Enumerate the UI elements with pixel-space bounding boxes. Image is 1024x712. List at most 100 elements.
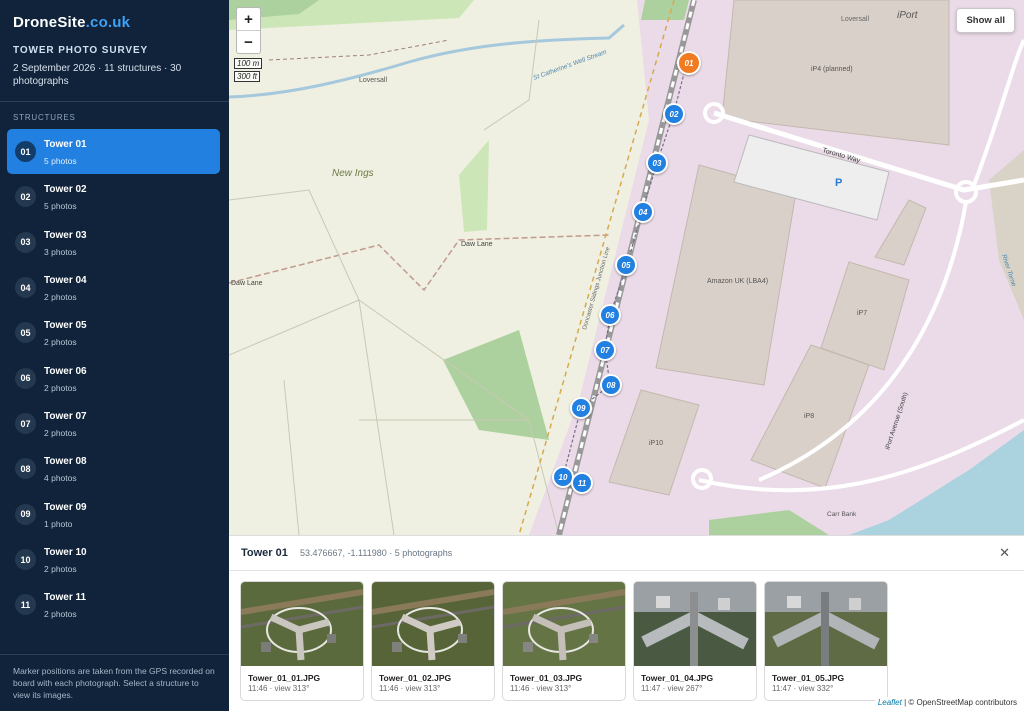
tower-marker[interactable]: 07 <box>594 339 616 361</box>
structure-photo-count: 2 photos <box>44 428 77 439</box>
photo-filename: Tower_01_05.JPG <box>772 673 845 683</box>
photo-filename: Tower_01_01.JPG <box>248 673 321 683</box>
tower-marker[interactable]: 09 <box>570 397 592 419</box>
close-icon[interactable]: ✕ <box>999 545 1010 561</box>
structure-number-badge: 07 <box>15 413 36 435</box>
structure-name: Tower 06 <box>44 365 87 377</box>
show-all-button[interactable]: Show all <box>956 8 1015 33</box>
structure-number-badge: 01 <box>15 141 36 162</box>
label-daw-lane-west: Daw Lane <box>231 280 263 287</box>
structure-item[interactable]: 10 Tower 10 2 photos <box>7 537 220 582</box>
structure-photo-count: 3 photos <box>44 246 77 257</box>
brand-domain: .co.uk <box>85 14 131 31</box>
structure-photo-count: 2 photos <box>44 609 77 620</box>
label-loversall-west: Loversall <box>359 77 387 84</box>
footnote: Marker positions are taken from the GPS … <box>13 666 215 700</box>
structure-photo-count: 2 photos <box>44 292 77 303</box>
scale-metric: 100 m <box>234 58 263 69</box>
tower-marker[interactable]: 08 <box>600 374 622 396</box>
tower-marker[interactable]: 11 <box>571 472 593 494</box>
zoom-in-button[interactable]: + <box>237 8 260 31</box>
photo-thumbnail[interactable]: Tower_01_01.JPG 11:46 · view 313° <box>240 581 364 701</box>
structure-photo-count: 2 photos <box>44 564 77 575</box>
tower-photo-image <box>503 582 625 666</box>
label-ip7: iP7 <box>857 310 867 317</box>
tower-photo-image <box>765 582 887 666</box>
photo-info: 11:46 · view 313° <box>248 684 310 693</box>
structure-number-badge: 04 <box>15 277 36 299</box>
structure-item[interactable]: 07 Tower 07 2 photos <box>7 401 220 446</box>
photo-info: 11:47 · view 332° <box>772 684 834 693</box>
parking-icon: P <box>835 177 842 189</box>
tower-marker[interactable]: 05 <box>615 254 637 276</box>
structure-name: Tower 03 <box>44 229 87 241</box>
structure-item[interactable]: 06 Tower 06 2 photos <box>7 356 220 401</box>
attribution-leaflet-link[interactable]: Leaflet <box>878 698 902 707</box>
tower-marker[interactable]: 06 <box>599 304 621 326</box>
structure-photo-count: 2 photos <box>44 337 77 348</box>
sidebar: DroneSite.co.uk TOWER PHOTO SURVEY 2 Sep… <box>0 0 229 711</box>
structure-photo-count: 2 photos <box>44 382 77 393</box>
tower-marker[interactable]: 01 <box>677 51 701 75</box>
sidebar-divider <box>0 101 229 102</box>
photo-thumbnail[interactable]: Tower_01_02.JPG 11:46 · view 313° <box>371 581 495 701</box>
structure-number-badge: 08 <box>15 458 36 480</box>
photo-thumbnail[interactable]: Tower_01_04.JPG 11:47 · view 267° <box>633 581 757 701</box>
attribution-osm: © OpenStreetMap contributors <box>908 698 1017 707</box>
tower-marker[interactable]: 03 <box>646 152 668 174</box>
panel-title: Tower 01 <box>241 547 288 559</box>
structure-number-badge: 09 <box>15 503 36 525</box>
brand-logo[interactable]: DroneSite.co.uk <box>13 14 130 31</box>
tower-photo-image <box>241 582 363 666</box>
structure-name: Tower 10 <box>44 547 87 559</box>
photo-info: 11:46 · view 313° <box>510 684 572 693</box>
structure-name: Tower 04 <box>44 275 87 287</box>
structure-item[interactable]: 01 Tower 01 5 photos <box>7 129 220 174</box>
photo-filename: Tower_01_04.JPG <box>641 673 714 683</box>
tower-marker[interactable]: 02 <box>663 103 685 125</box>
structure-item[interactable]: 02 Tower 02 5 photos <box>7 174 220 219</box>
photo-info: 11:46 · view 313° <box>379 684 441 693</box>
map[interactable]: Loversall Loversall St Catherine's Well … <box>229 0 1024 535</box>
section-label: STRUCTURES <box>13 113 76 122</box>
label-ip8: iP8 <box>804 413 814 420</box>
label-carr-bank: Carr Bank <box>827 511 857 518</box>
tower-photo-image <box>372 582 494 666</box>
structure-name: Tower 01 <box>44 139 87 150</box>
photo-thumbnail[interactable]: Tower_01_05.JPG 11:47 · view 332° <box>764 581 888 701</box>
structure-number-badge: 05 <box>15 322 36 344</box>
structure-name: Tower 08 <box>44 456 87 468</box>
structure-item[interactable]: 04 Tower 04 2 photos <box>7 265 220 310</box>
structure-name: Tower 09 <box>44 501 87 513</box>
structure-photo-count: 1 photo <box>44 518 73 529</box>
zoom-control: + − <box>236 7 261 54</box>
survey-meta: 2 September 2026 · 11 structures · 30 ph… <box>13 63 182 87</box>
structure-photo-count: 5 photos <box>44 156 77 166</box>
structure-name: Tower 07 <box>44 411 87 423</box>
photo-filename: Tower_01_03.JPG <box>510 673 583 683</box>
photo-info: 11:47 · view 267° <box>641 684 703 693</box>
photo-filename: Tower_01_02.JPG <box>379 673 452 683</box>
brand-name: DroneSite <box>13 14 86 31</box>
tower-photo-image <box>634 582 756 666</box>
map-attribution: Leaflet | © OpenStreetMap contributors <box>874 697 1020 708</box>
label-ip4: iP4 (planned) <box>811 66 853 73</box>
structure-photo-count: 5 photos <box>44 201 77 212</box>
structure-item[interactable]: 08 Tower 08 4 photos <box>7 446 220 491</box>
sidebar-divider <box>0 654 229 655</box>
structure-name: Tower 02 <box>44 184 87 196</box>
survey-title: TOWER PHOTO SURVEY <box>13 45 149 56</box>
structure-item[interactable]: 09 Tower 09 1 photo <box>7 492 220 537</box>
label-iport: iPort <box>897 10 919 21</box>
structure-item[interactable]: 11 Tower 11 2 photos <box>7 582 220 627</box>
photo-thumbnail[interactable]: Tower_01_03.JPG 11:46 · view 313° <box>502 581 626 701</box>
structure-name: Tower 11 <box>44 592 87 604</box>
tower-marker[interactable]: 04 <box>632 201 654 223</box>
zoom-out-button[interactable]: − <box>237 31 260 53</box>
structure-item[interactable]: 03 Tower 03 3 photos <box>7 220 220 265</box>
structure-list: 01 Tower 01 5 photos 02 Tower 02 5 photos 03 To… <box>7 129 220 628</box>
structure-photo-count: 4 photos <box>44 473 77 484</box>
label-ip10: iP10 <box>649 440 663 447</box>
structure-number-badge: 06 <box>15 367 36 389</box>
structure-item[interactable]: 05 Tower 05 2 photos <box>7 310 220 355</box>
